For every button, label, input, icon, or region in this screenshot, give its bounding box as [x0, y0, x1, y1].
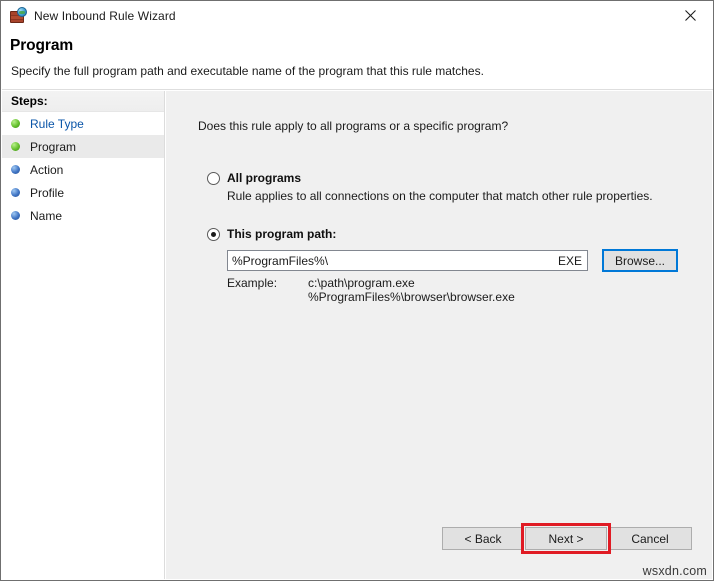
step-bullet-icon — [11, 211, 20, 220]
footer-button-bar: < Back Next > Cancel — [166, 511, 712, 579]
title-bar: New Inbound Rule Wizard — [1, 1, 713, 31]
example-lines: c:\path\program.exe %ProgramFiles%\brows… — [308, 276, 515, 304]
steps-sidebar: Steps: Rule Type Program Action Profile … — [2, 91, 165, 579]
radio-all-programs-description: Rule applies to all connections on the c… — [227, 189, 653, 203]
sidebar-item-label: Action — [30, 163, 63, 177]
radio-all-programs[interactable]: All programs — [207, 171, 301, 185]
sidebar-item-label: Program — [30, 140, 76, 154]
window-title: New Inbound Rule Wizard — [34, 9, 176, 23]
step-bullet-icon — [11, 188, 20, 197]
sidebar-item-rule-type[interactable]: Rule Type — [2, 112, 164, 135]
step-bullet-icon — [11, 119, 20, 128]
sidebar-item-label: Name — [30, 209, 62, 223]
firewall-brick-globe-icon — [10, 8, 26, 24]
cancel-button[interactable]: Cancel — [608, 527, 692, 550]
page-title: Program — [10, 37, 73, 55]
radio-button-icon[interactable] — [207, 172, 220, 185]
radio-all-programs-label: All programs — [227, 171, 301, 185]
back-button[interactable]: < Back — [442, 527, 524, 550]
sidebar-item-label: Rule Type — [30, 117, 84, 131]
example-label: Example: — [227, 276, 277, 290]
program-path-suffix: EXE — [558, 254, 582, 268]
watermark: wsxdn.com — [643, 564, 707, 578]
close-icon[interactable] — [668, 1, 713, 30]
browse-button[interactable]: Browse... — [602, 249, 678, 272]
sidebar-item-label: Profile — [30, 186, 64, 200]
question-text: Does this rule apply to all programs or … — [198, 119, 508, 133]
radio-button-icon[interactable] — [207, 228, 220, 241]
sidebar-item-action[interactable]: Action — [2, 158, 164, 181]
steps-heading: Steps: — [2, 91, 164, 112]
program-path-row: %ProgramFiles%\ EXE Browse... — [227, 249, 678, 272]
new-inbound-rule-wizard-window: New Inbound Rule Wizard Program Specify … — [0, 0, 714, 581]
radio-this-program-path[interactable]: This program path: — [207, 227, 336, 241]
program-path-input[interactable]: %ProgramFiles%\ EXE — [227, 250, 588, 271]
page-header: Program Specify the full program path an… — [2, 31, 713, 90]
sidebar-item-name[interactable]: Name — [2, 204, 164, 227]
program-path-value: %ProgramFiles%\ — [232, 254, 328, 268]
page-description: Specify the full program path and execut… — [11, 64, 484, 78]
radio-this-program-path-label: This program path: — [227, 227, 336, 241]
main-content: Does this rule apply to all programs or … — [166, 91, 712, 579]
steps-heading-label: Steps: — [11, 94, 48, 108]
step-bullet-icon — [11, 165, 20, 174]
step-bullet-icon — [11, 142, 20, 151]
sidebar-item-program[interactable]: Program — [2, 135, 164, 158]
next-button-highlight — [521, 523, 611, 554]
sidebar-item-profile[interactable]: Profile — [2, 181, 164, 204]
